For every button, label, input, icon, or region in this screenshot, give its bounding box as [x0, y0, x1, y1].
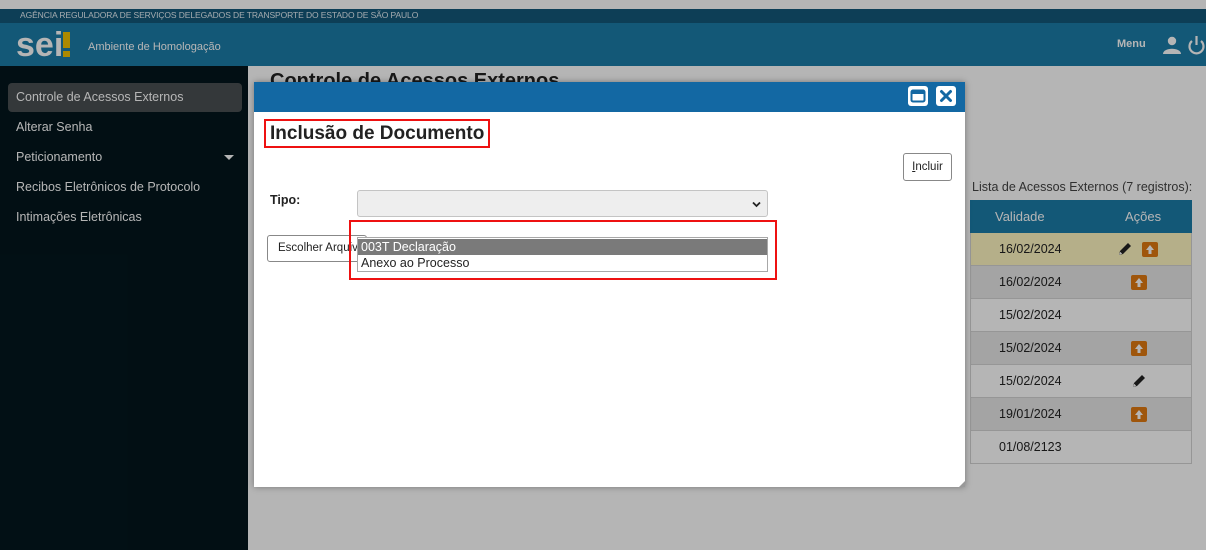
choose-file-button[interactable]: Escolher Arquivo — [267, 235, 367, 262]
option-003t-declaracao[interactable]: 003T Declaração — [358, 239, 767, 255]
resize-grip-icon[interactable] — [959, 481, 965, 487]
tipo-dropdown-list: 003T Declaração Anexo ao Processo — [357, 237, 768, 272]
incluir-label-rest: ncluir — [915, 161, 943, 173]
incluir-button[interactable]: Incluir — [903, 153, 952, 181]
chevron-down-icon — [752, 201, 761, 208]
tipo-select[interactable] — [357, 190, 768, 217]
inclusao-documento-modal: Inclusão de Documento Incluir Tipo: Esco… — [254, 82, 965, 487]
tipo-label: Tipo: — [270, 193, 301, 207]
minimize-icon[interactable] — [908, 86, 928, 106]
modal-titlebar[interactable] — [254, 82, 965, 112]
modal-title: Inclusão de Documento — [264, 119, 491, 148]
option-anexo-processo[interactable]: Anexo ao Processo — [358, 255, 767, 271]
close-icon[interactable] — [936, 86, 956, 106]
